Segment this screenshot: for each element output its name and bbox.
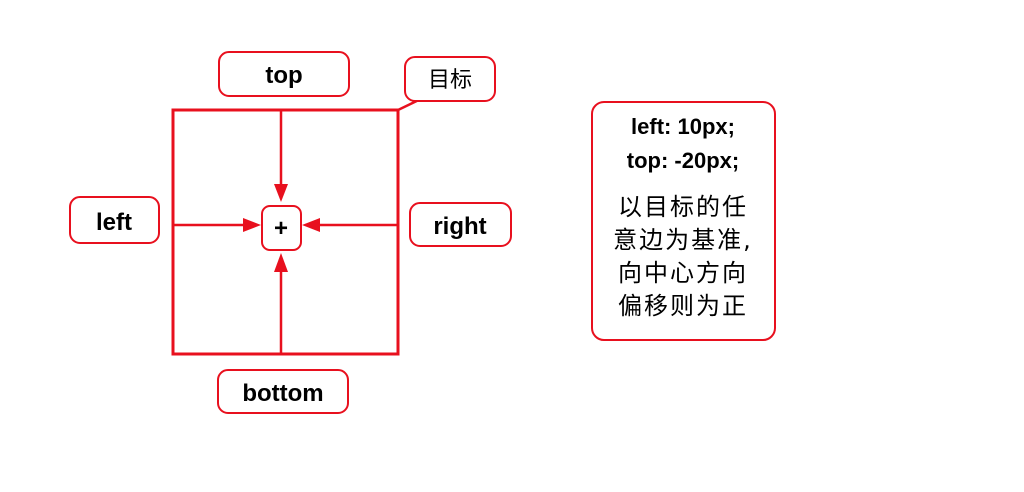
info-desc-line-4: 偏移则为正: [618, 292, 748, 320]
target-label-text: 目标: [428, 68, 472, 93]
right-label-text: right: [433, 213, 486, 240]
arrow-from-right: [302, 218, 398, 232]
left-label-text: left: [96, 209, 132, 236]
info-box: left: 10px; top: -20px; 以目标的任 意边为基准, 向中心…: [591, 101, 776, 341]
info-desc-line-1: 以目标的任: [618, 193, 748, 221]
info-desc-line-2: 意边为基准,: [613, 226, 753, 254]
top-label-text: top: [265, 62, 302, 89]
bottom-label: bottom: [217, 369, 349, 414]
top-label: top: [218, 51, 350, 97]
info-code-line-2: top: -20px;: [627, 148, 739, 173]
center-marker: +: [261, 205, 302, 251]
info-code-line-1: left: 10px;: [631, 114, 735, 139]
info-desc-line-3: 向中心方向: [618, 259, 748, 287]
positioning-diagram: + top 目标 left right bottom left: 10px; t…: [69, 51, 776, 414]
arrow-from-bottom: [274, 253, 288, 354]
bottom-label-text: bottom: [242, 380, 323, 407]
arrow-from-left: [173, 218, 261, 232]
left-label: left: [69, 196, 160, 244]
arrow-from-top: [274, 110, 288, 202]
center-marker-label: +: [274, 215, 288, 242]
target-label: 目标: [404, 56, 496, 102]
right-label: right: [409, 202, 512, 247]
